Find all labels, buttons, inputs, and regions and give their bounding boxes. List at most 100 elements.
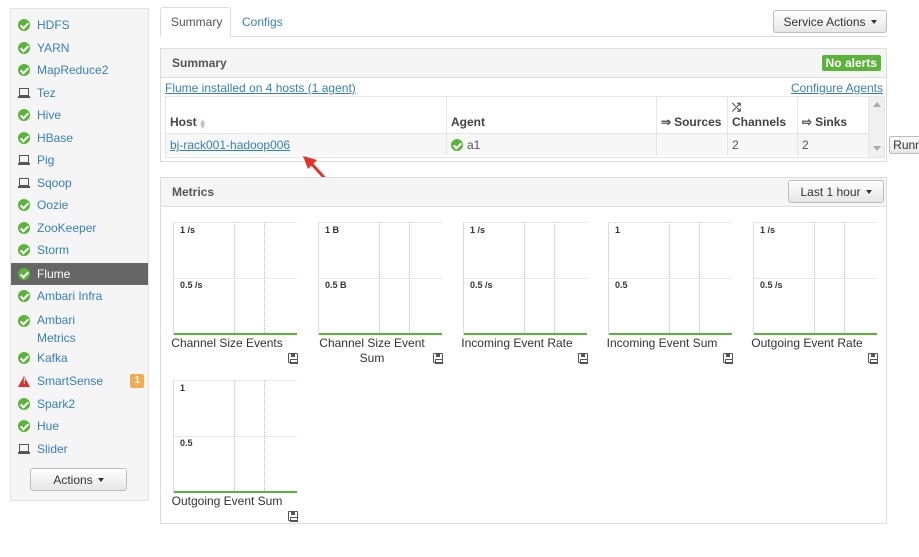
services-sidebar: HDFS YARN MapReduce2 Tez Hive HBase Pig … <box>10 8 149 501</box>
column-header-agent: Agent <box>447 97 657 133</box>
sidebar-item-smartsense[interactable]: ! SmartSense 1 <box>11 370 148 392</box>
check-circle-icon <box>17 419 31 433</box>
time-range-label: Last 1 hour <box>800 184 861 199</box>
series-line <box>464 333 587 335</box>
sinks-icon: ⇨ <box>802 115 813 129</box>
agents-table: Host ▲ ▼ Agent ⇒ Sources ⤮ Channels ⇨ Sinks b… <box>165 96 919 158</box>
caret-down-icon <box>97 477 104 482</box>
scroll-up-arrow-icon[interactable] <box>873 102 881 107</box>
check-circle-icon <box>17 397 31 411</box>
actions-button[interactable]: Actions <box>30 468 127 491</box>
sidebar-item-hive[interactable]: Hive <box>11 104 148 126</box>
check-circle-icon <box>17 267 31 281</box>
y-tick-label-mid: 0.5 <box>615 280 628 290</box>
sidebar-item-hue[interactable]: Hue <box>11 415 148 437</box>
save-icon[interactable] <box>433 353 443 364</box>
sidebar-item-tez[interactable]: Tez <box>11 82 148 104</box>
sidebar-item-slider[interactable]: Slider <box>11 438 148 460</box>
check-circle-icon <box>17 351 31 365</box>
sidebar-item-label: Ambari Infra <box>37 289 103 303</box>
y-tick-label-top: 1 /s <box>470 225 486 235</box>
sidebar-item-ambari-infra[interactable]: Ambari Infra <box>11 285 148 307</box>
metric-title: Channel Size Events <box>171 336 283 350</box>
summary-header: Summary <box>161 49 886 78</box>
scroll-down-arrow-icon[interactable] <box>873 146 881 151</box>
sidebar-item-zookeeper[interactable]: ZooKeeper <box>11 217 148 239</box>
metric-title: Outgoing Event Sum <box>171 494 283 508</box>
service-actions-label: Service Actions <box>783 14 866 29</box>
metric-widget[interactable]: 1 /s 0.5 /s Outgoing Event Rate <box>741 222 881 372</box>
sidebar-item-sqoop[interactable]: Sqoop <box>11 172 148 194</box>
sidebar-item-kafka[interactable]: Kafka <box>11 347 148 369</box>
sidebar-item-label: Flume <box>37 267 71 281</box>
table-row: bj-rack001-hadoop006 a1 Running 2 2 <box>166 133 919 156</box>
column-header-sinks: ⇨ Sinks <box>798 97 870 133</box>
metric-title: Outgoing Event Rate <box>751 336 863 350</box>
sidebar-item-label: HBase <box>37 131 74 145</box>
summary-title: Summary <box>172 56 227 70</box>
sidebar-item-ambari-metrics[interactable]: Ambari Metrics <box>11 308 148 348</box>
agent-cell: a1 Running <box>447 134 919 156</box>
sidebar-item-oozie[interactable]: Oozie <box>11 194 148 216</box>
table-scrollbar[interactable] <box>868 97 884 157</box>
actions-label: Actions <box>53 472 93 487</box>
sidebar-item-hbase[interactable]: HBase <box>11 127 148 149</box>
y-tick-label-mid: 0.5 /s <box>760 280 783 290</box>
tab-configs[interactable]: Configs <box>232 7 293 37</box>
sidebar-item-pig[interactable]: Pig <box>11 149 148 171</box>
y-tick-label-mid: 0.5 /s <box>180 280 203 290</box>
installed-hosts-link[interactable]: Flume installed on 4 hosts (1 agent) <box>165 81 356 95</box>
column-header-host[interactable]: Host ▲ ▼ <box>166 97 447 133</box>
configure-agents-link[interactable]: Configure Agents <box>791 81 883 95</box>
sidebar-item-storm[interactable]: Storm <box>11 239 148 261</box>
metric-widget[interactable]: 1 B 0.5 B Channel Size Event Sum <box>306 222 446 372</box>
sidebar-item-label: Storm <box>37 243 70 257</box>
service-actions-button[interactable]: Service Actions <box>773 10 887 33</box>
check-circle-icon <box>17 198 31 212</box>
check-circle-icon <box>17 221 31 235</box>
alert-count-badge: 1 <box>130 374 144 388</box>
warning-icon: ! <box>17 374 31 388</box>
check-circle-icon <box>17 41 31 55</box>
metric-widget[interactable]: 1 0.5 Outgoing Event Sum <box>161 380 301 530</box>
agent-header-label: Agent <box>451 115 485 129</box>
shuffle-icon: ⤮ <box>732 102 741 114</box>
sidebar-item-mapreduce2[interactable]: MapReduce2 <box>11 59 148 81</box>
sources-header-label: Sources <box>674 115 722 129</box>
check-circle-icon <box>17 108 31 122</box>
metrics-header: Metrics <box>161 178 886 207</box>
metric-widget[interactable]: 1 /s 0.5 /s Channel Size Events <box>161 222 301 372</box>
laptop-icon <box>17 86 31 100</box>
time-range-dropdown[interactable]: Last 1 hour <box>788 180 884 203</box>
agent-status-dropdown[interactable]: Running <box>889 136 919 154</box>
metrics-panel: Metrics Last 1 hour 1 /s 0.5 /s Channel Si… <box>160 177 887 524</box>
laptop-icon <box>17 153 31 167</box>
check-circle-icon <box>17 289 31 303</box>
save-icon[interactable] <box>288 511 298 522</box>
metric-widget[interactable]: 1 /s 0.5 /s Incoming Event Rate <box>451 222 591 372</box>
sidebar-item-flume[interactable]: Flume <box>11 263 148 285</box>
metric-chart: 1 /s 0.5 /s <box>753 222 877 335</box>
metric-chart: 1 B 0.5 B <box>318 222 442 335</box>
metric-title: Incoming Event Sum <box>606 336 718 350</box>
column-header-sources: ⇒ Sources <box>657 97 728 133</box>
sidebar-item-hdfs[interactable]: HDFS <box>11 14 148 36</box>
series-line <box>174 333 297 335</box>
channels-header-label: Channels <box>732 115 787 129</box>
sidebar-item-spark2[interactable]: Spark2 <box>11 393 148 415</box>
save-icon[interactable] <box>288 353 298 364</box>
sidebar-item-label: Hue <box>37 419 60 433</box>
save-icon[interactable] <box>723 353 733 364</box>
no-alerts-badge[interactable]: No alerts <box>821 55 881 71</box>
agent-status-label: Running <box>893 138 919 152</box>
series-line <box>174 491 297 493</box>
y-tick-label-top: 1 /s <box>760 225 776 235</box>
metric-widget[interactable]: 1 0.5 Incoming Event Sum <box>596 222 736 372</box>
tab-summary[interactable]: Summary <box>160 7 231 37</box>
sidebar-item-yarn[interactable]: YARN <box>11 37 148 59</box>
host-link[interactable]: bj-rack001-hadoop006 <box>170 138 290 152</box>
save-icon[interactable] <box>578 353 588 364</box>
save-icon[interactable] <box>868 353 878 364</box>
sinks-header-label: Sinks <box>815 115 848 129</box>
y-tick-label-top: 1 /s <box>180 225 196 235</box>
